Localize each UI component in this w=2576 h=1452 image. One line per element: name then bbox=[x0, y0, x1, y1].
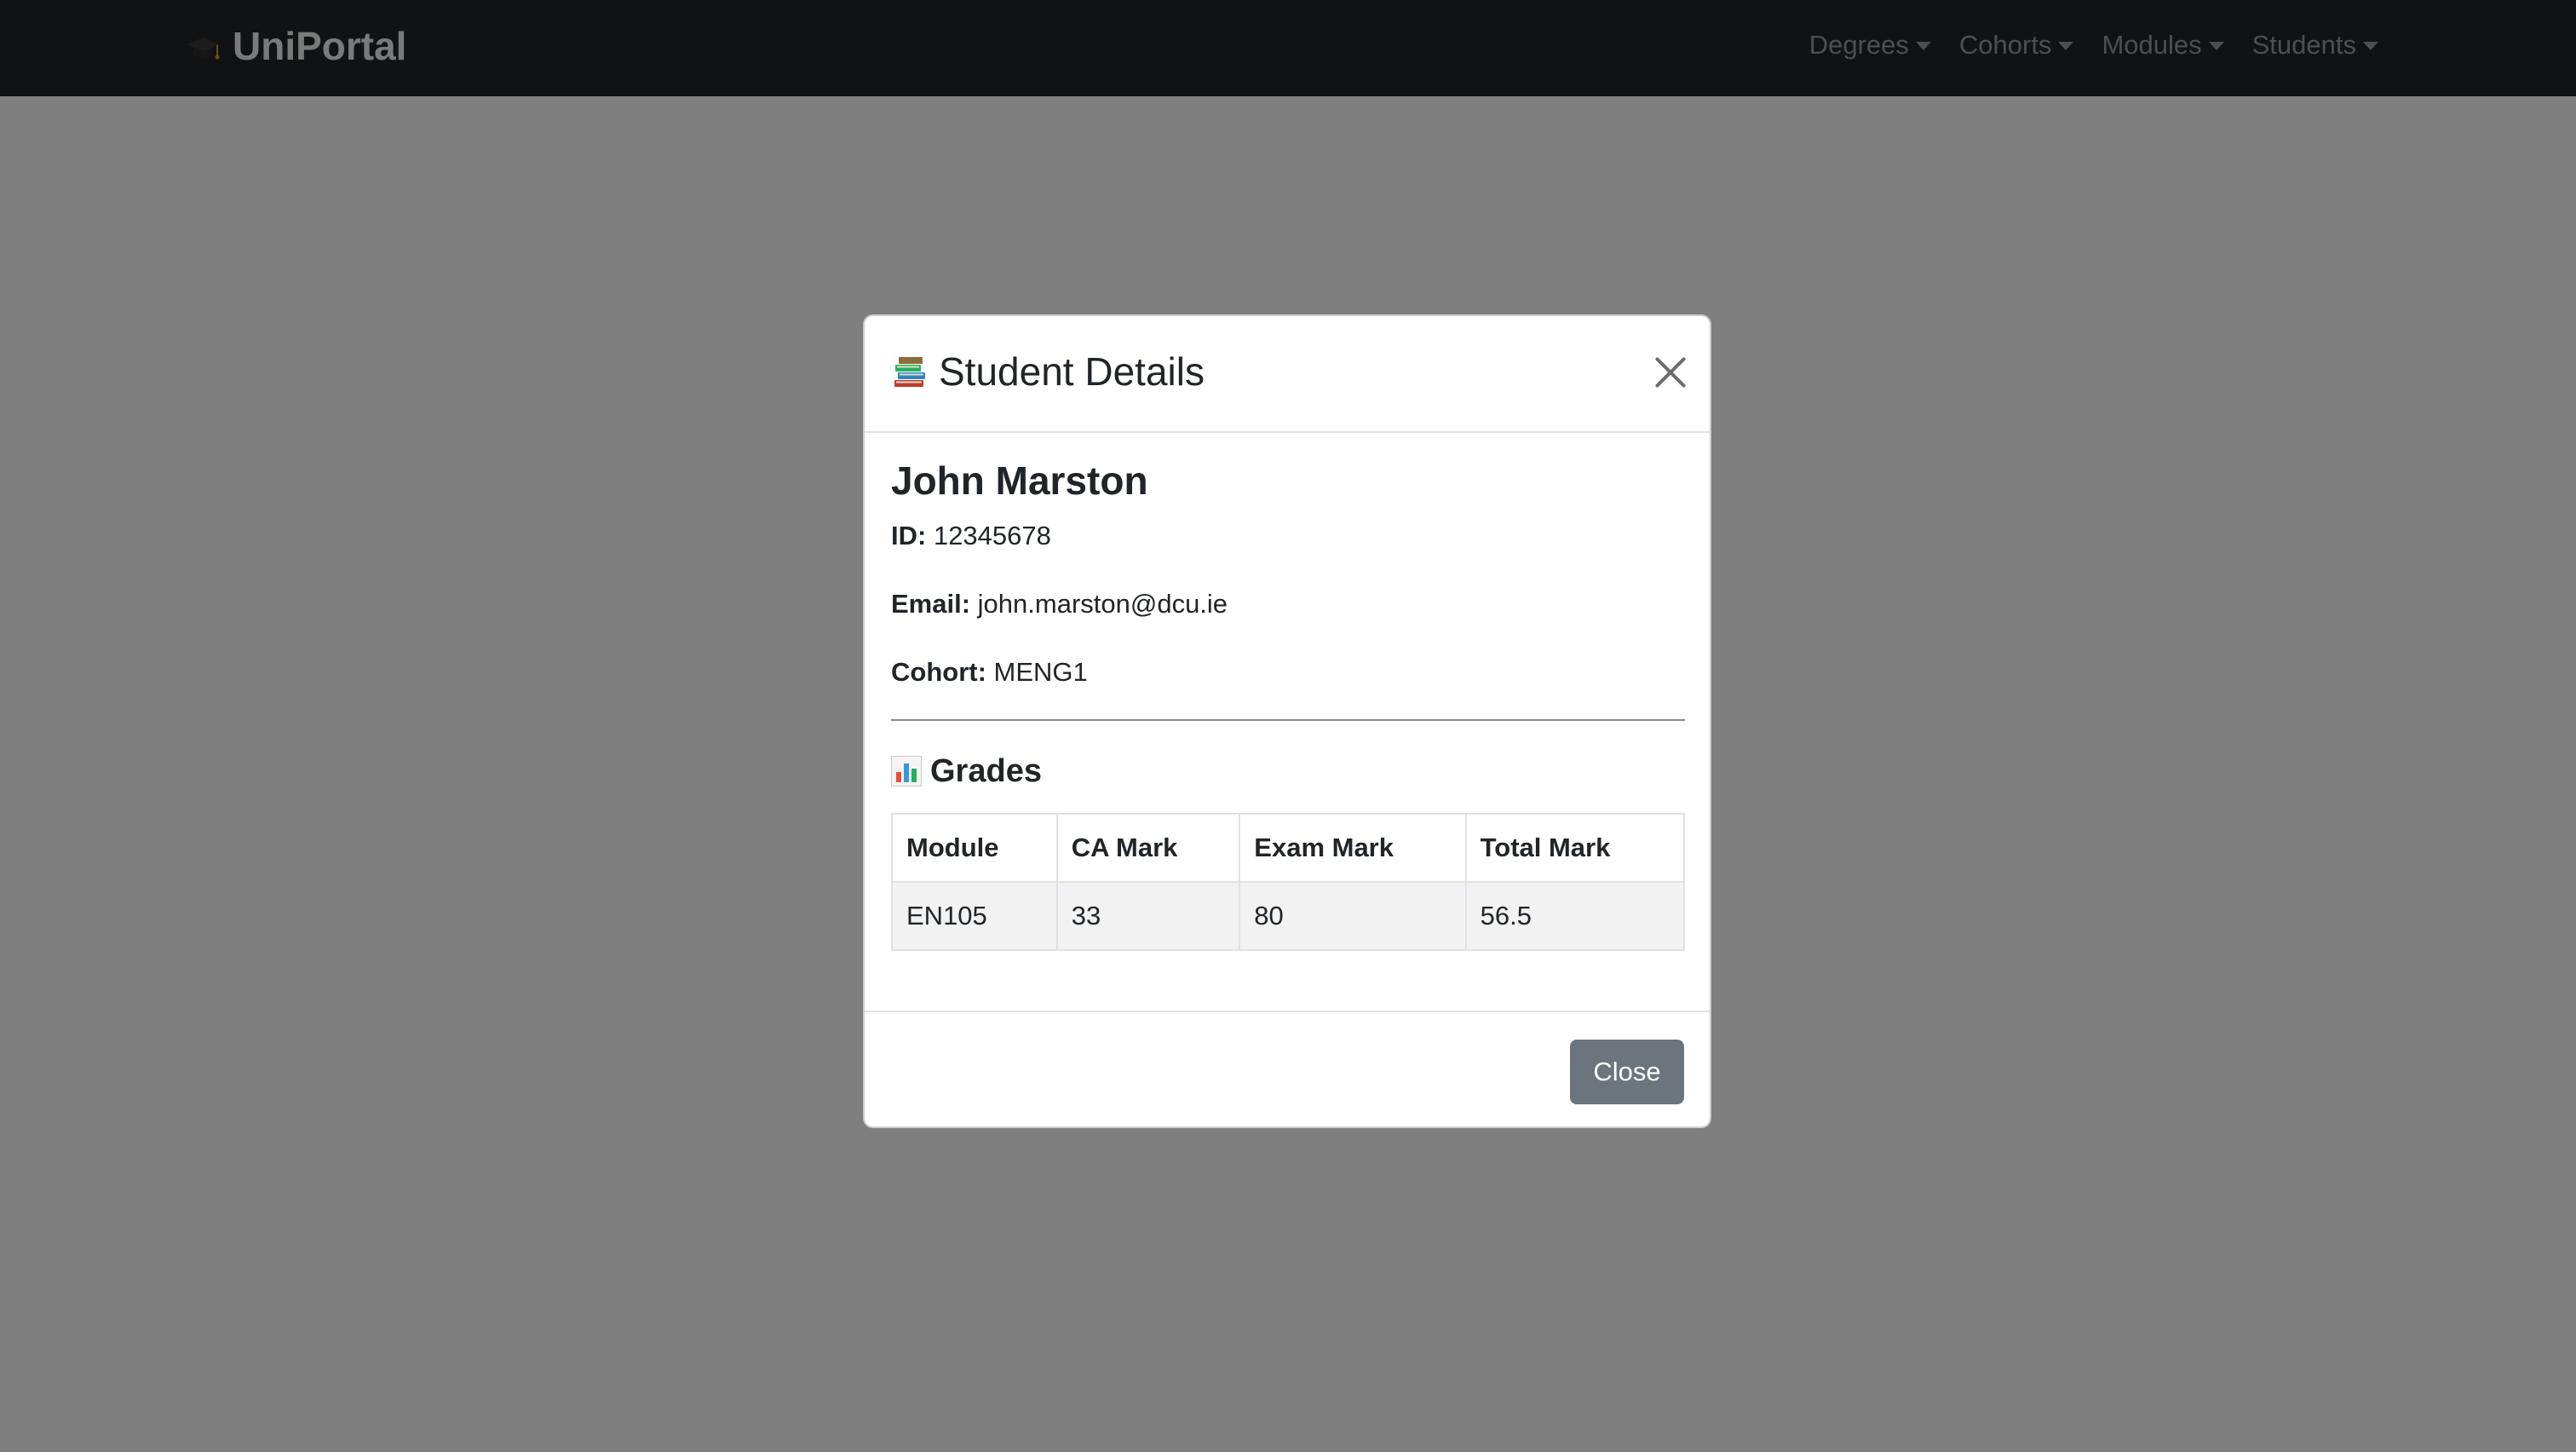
column-header: Total Mark bbox=[1464, 813, 1686, 883]
books-icon bbox=[891, 353, 929, 390]
grades-heading-text: Grades bbox=[930, 753, 1042, 789]
table-cell: 56.5 bbox=[1464, 881, 1686, 951]
student-cohort-value: MENG1 bbox=[993, 657, 1088, 687]
student-details-modal: Student Details John Marston ID: 1234567… bbox=[863, 314, 1711, 1128]
bar-chart-icon bbox=[891, 756, 922, 786]
column-header: Module bbox=[891, 813, 1058, 883]
student-name: John Marston bbox=[891, 458, 1148, 503]
student-id-field: ID: 12345678 bbox=[891, 522, 1051, 549]
close-button[interactable]: Close bbox=[1570, 1040, 1684, 1104]
modal-footer: Close bbox=[865, 1011, 1710, 1128]
column-header: Exam Mark bbox=[1239, 813, 1467, 883]
table-header-row: Module CA Mark Exam Mark Total Mark bbox=[891, 813, 1686, 883]
student-email-field: Email: john.marston@dcu.ie bbox=[891, 591, 1228, 617]
student-email-value: john.marston@dcu.ie bbox=[977, 589, 1228, 619]
modal-title: Student Details bbox=[891, 349, 1205, 395]
grades-table: Module CA Mark Exam Mark Total Mark EN105 33 8… bbox=[891, 813, 1686, 951]
student-cohort-label: Cohort: bbox=[891, 657, 986, 687]
column-header: CA Mark bbox=[1055, 813, 1241, 883]
table-cell: 33 bbox=[1055, 881, 1241, 951]
student-id-label: ID: bbox=[891, 521, 927, 550]
student-cohort-field: Cohort: MENG1 bbox=[891, 659, 1088, 685]
table-cell: EN105 bbox=[891, 881, 1058, 951]
close-icon[interactable] bbox=[1653, 355, 1688, 389]
divider bbox=[891, 719, 1685, 721]
table-cell: 80 bbox=[1239, 881, 1467, 951]
student-id-value: 12345678 bbox=[933, 521, 1051, 550]
table-row: EN105 33 80 56.5 bbox=[891, 881, 1686, 951]
student-email-label: Email: bbox=[891, 589, 971, 619]
modal-title-text: Student Details bbox=[939, 349, 1205, 394]
modal-header: Student Details bbox=[865, 316, 1710, 433]
grades-heading: Grades bbox=[891, 755, 1042, 787]
